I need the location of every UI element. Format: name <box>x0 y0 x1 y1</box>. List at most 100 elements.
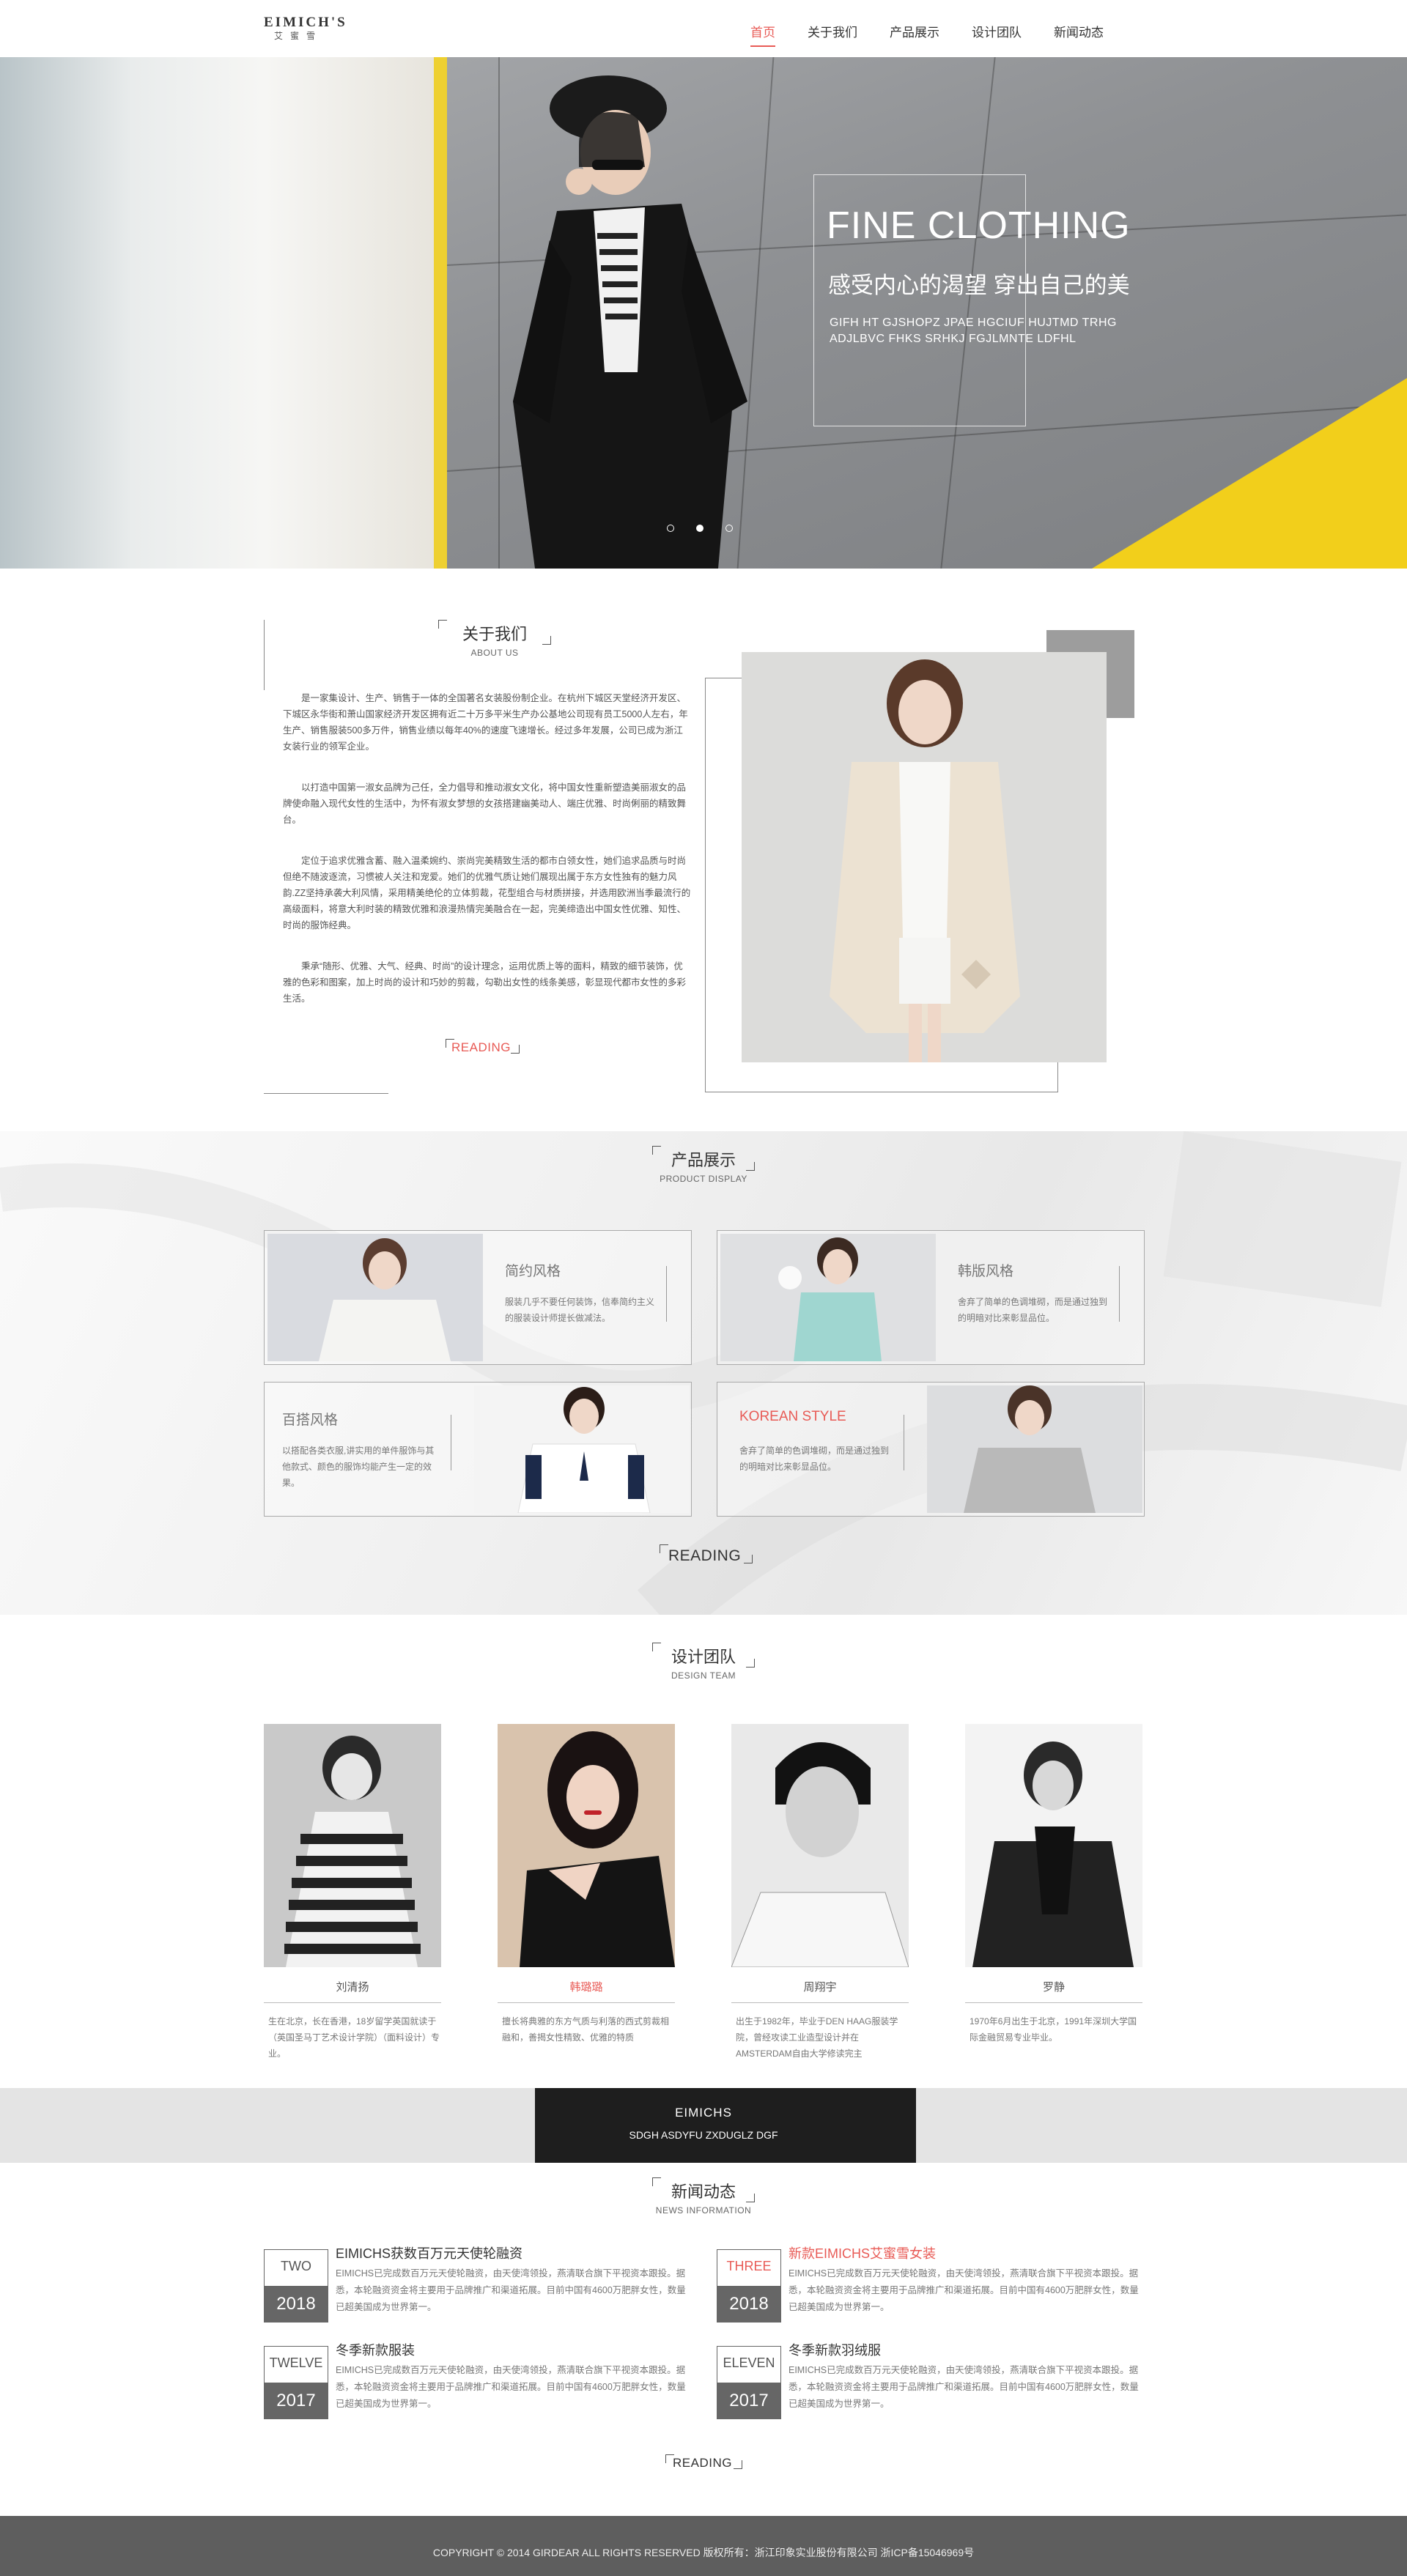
news-title[interactable]: 新款EIMICHS艾蜜雪女装 <box>789 2243 936 2262</box>
team-member[interactable]: 罗静 1970年6月出生于北京，1991年深圳大学国际金融贸易专业毕业。 <box>965 1724 1142 2046</box>
news-date-box: ELEVEN 2017 <box>717 2346 781 2419</box>
logo-text-en: EIMICH'S <box>264 15 347 30</box>
about-reading-label: READING <box>451 1040 511 1054</box>
product-card[interactable]: 简约风格 服装几乎不要任何装饰，信奉简约主义的服装设计师提长做减法。 <box>264 1230 692 1365</box>
about-text: 是一家集设计、生产、销售于一体的全国著名女装股份制企业。在杭州下城区天堂经济开发… <box>283 690 692 1032</box>
hero-subtitle: 感受内心的渴望 穿出自己的美 <box>828 273 1130 298</box>
about-section-title: 关于我们 ABOUT US <box>432 620 557 658</box>
news-date-year: 2017 <box>264 2383 328 2419</box>
member-photo <box>264 1724 441 1967</box>
hero-slider-dots <box>667 525 755 532</box>
nav-news[interactable]: 新闻动态 <box>1054 22 1104 40</box>
product-image <box>474 1385 690 1513</box>
banner-title: EIMICHS <box>675 2106 732 2120</box>
member-description: 出生于1982年，毕业于DEN HAAG服装学院，曾经攻读工业造型设计并在AMS… <box>736 2016 898 2059</box>
about-paragraph: 秉承“随形、优雅、大气、经典、时尚”的设计理念，运用优质上等的面料，精致的细节装… <box>283 961 687 1004</box>
nav-team[interactable]: 设计团队 <box>972 22 1022 40</box>
news-title: 新闻动态 <box>671 2183 736 2201</box>
site-header: EIMICH'S 艾蜜雪 首页 关于我们 产品展示 设计团队 新闻动态 <box>0 0 1407 57</box>
slider-dot[interactable] <box>667 525 674 532</box>
about-left-divider <box>264 620 265 690</box>
member-name: 韩璐璐 <box>569 1981 603 1994</box>
about-model-image <box>742 652 1107 1062</box>
hero-description: GIFH HT GJSHOPZ JPAE HGCIUF HUJTMD TRHG … <box>830 317 1117 345</box>
product-card[interactable]: KOREAN STYLE 舍弃了简单的色调堆砌，而是通过独到的明暗对比来彰显品位… <box>717 1382 1145 1517</box>
news-date-word: ELEVEN <box>723 2355 775 2370</box>
hero-title: FINE CLOTHING <box>827 204 1131 247</box>
team-member[interactable]: 韩璐璐 擅长将典雅的东方气质与利落的西式剪裁相融和，善揭女性精致、优雅的特质 <box>498 1724 675 2046</box>
news-summary: EIMICHS已完成数百万元天使轮融资，由天使湾领投，燕清联合旗下平视资本跟投。… <box>789 2365 1139 2409</box>
news-date-year: 2018 <box>264 2286 328 2323</box>
member-photo <box>731 1724 909 1967</box>
slider-dot[interactable] <box>725 525 733 532</box>
news-section-title: 新闻动态 NEWS INFORMATION <box>645 2177 762 2216</box>
member-description: 生在北京，长在香港，18岁留学英国就读于（英国圣马丁艺术设计学院）（面料设计）专… <box>268 2016 440 2059</box>
news-date-box: TWELVE 2017 <box>264 2346 328 2419</box>
team-section-title: 设计团队 DESIGN TEAM <box>645 1643 762 1681</box>
news-summary: EIMICHS已完成数百万元天使轮融资，由天使湾领投，燕清联合旗下平视资本跟投。… <box>336 2365 686 2409</box>
product-image <box>720 1234 936 1361</box>
logo-text-cn: 艾蜜雪 <box>274 31 323 41</box>
about-paragraph: 以打造中国第一淑女品牌为己任，全力倡导和推动淑女文化，将中国女性重新塑造美丽淑女… <box>283 782 687 825</box>
nav-products[interactable]: 产品展示 <box>890 22 939 40</box>
team-member[interactable]: 刘清扬 生在北京，长在香港，18岁留学英国就读于（英国圣马丁艺术设计学院）（面料… <box>264 1724 441 2062</box>
member-name: 刘清扬 <box>336 1981 369 1994</box>
team-subtitle: DESIGN TEAM <box>671 1670 736 1681</box>
news-reading-button[interactable]: READING <box>665 2454 742 2470</box>
products-reading-label: READING <box>668 1547 742 1564</box>
news-date-box: THREE 2018 <box>717 2249 781 2323</box>
about-subtitle: ABOUT US <box>470 648 519 658</box>
products-background-pattern <box>0 1131 1407 1615</box>
hero-store-background <box>0 57 440 569</box>
news-subtitle: NEWS INFORMATION <box>655 2205 752 2216</box>
products-reading-button[interactable]: READING <box>660 1544 753 1565</box>
member-divider <box>264 2002 441 2003</box>
member-divider <box>965 2002 1142 2003</box>
site-logo[interactable]: EIMICH'S 艾蜜雪 <box>264 15 366 44</box>
member-description: 1970年6月出生于北京，1991年深圳大学国际金融贸易专业毕业。 <box>970 2016 1137 2043</box>
team-member[interactable]: 周翔宇 出生于1982年，毕业于DEN HAAG服装学院，曾经攻读工业造型设计并… <box>731 1724 909 2062</box>
news-title[interactable]: 冬季新款服装 <box>336 2340 415 2359</box>
nav-home[interactable]: 首页 <box>750 22 775 47</box>
about-reading-button[interactable]: READING <box>446 1039 520 1055</box>
member-divider <box>498 2002 675 2003</box>
hero-yellow-stripe <box>1092 378 1407 569</box>
product-name: 简约风格 <box>505 1264 561 1279</box>
member-divider <box>731 2002 909 2003</box>
product-name: 韩版风格 <box>958 1264 1014 1279</box>
product-card[interactable]: 韩版风格 舍弃了简单的色调堆砌，而是通过独到的明暗对比来彰显品位。 <box>717 1230 1145 1365</box>
products-subtitle: PRODUCT DISPLAY <box>660 1174 747 1184</box>
product-name: 百搭风格 <box>282 1413 339 1428</box>
news-title[interactable]: EIMICHS获数百万元天使轮融资 <box>336 2243 522 2262</box>
news-item[interactable]: TWELVE 2017 冬季新款服装 EIMICHS已完成数百万元天使轮融资，由… <box>264 2343 692 2419</box>
site-footer: COPYRIGHT © 2014 GIRDEAR ALL RIGHTS RESE… <box>0 2516 1407 2576</box>
product-card[interactable]: 百搭风格 以搭配各类衣服,讲实用的单件服饰与其他款式、颜色的服饰均能产生一定的效… <box>264 1382 692 1517</box>
news-date-year: 2017 <box>717 2383 781 2419</box>
product-description: 服装几乎不要任何装饰，信奉简约主义的服装设计师提长做减法。 <box>505 1297 655 1323</box>
news-title[interactable]: 冬季新款羽绒服 <box>789 2340 881 2359</box>
news-date-word: THREE <box>726 2259 772 2273</box>
news-date-box: TWO 2018 <box>264 2249 328 2323</box>
member-name: 罗静 <box>1042 1981 1065 1994</box>
main-nav: 首页 关于我们 产品展示 设计团队 新闻动态 <box>750 22 1136 47</box>
about-paragraph: 是一家集设计、生产、销售于一体的全国著名女装股份制企业。在杭州下城区天堂经济开发… <box>283 693 688 752</box>
product-description: 舍弃了简单的色调堆砌，而是通过独到的明暗对比来彰显品位。 <box>739 1446 890 1472</box>
news-item[interactable]: THREE 2018 新款EIMICHS艾蜜雪女装 EIMICHS已完成数百万元… <box>717 2246 1145 2323</box>
product-description: 以搭配各类衣服,讲实用的单件服饰与其他款式、颜色的服饰均能产生一定的效果。 <box>282 1446 435 1488</box>
product-image <box>267 1234 483 1361</box>
products-section <box>0 1131 1407 1615</box>
nav-about[interactable]: 关于我们 <box>808 22 857 40</box>
news-item[interactable]: TWO 2018 EIMICHS获数百万元天使轮融资 EIMICHS已完成数百万… <box>264 2246 692 2323</box>
member-name: 周翔宇 <box>803 1981 837 1994</box>
news-item[interactable]: ELEVEN 2017 冬季新款羽绒服 EIMICHS已完成数百万元天使轮融资，… <box>717 2343 1145 2419</box>
product-image <box>927 1385 1142 1513</box>
product-divider <box>1119 1266 1120 1322</box>
news-reading-label: READING <box>673 2456 732 2470</box>
member-description: 擅长将典雅的东方气质与利落的西式剪裁相融和，善揭女性精致、优雅的特质 <box>502 2016 670 2043</box>
member-photo <box>498 1724 675 1967</box>
hero-model-image <box>513 75 747 569</box>
slider-dot-active[interactable] <box>696 525 704 532</box>
news-date-year: 2018 <box>717 2286 781 2323</box>
brand-banner: EIMICHS SDGH ASDYFU ZXDUGLZ DGF <box>0 2088 1407 2163</box>
products-section-title: 产品展示 PRODUCT DISPLAY <box>645 1146 762 1184</box>
